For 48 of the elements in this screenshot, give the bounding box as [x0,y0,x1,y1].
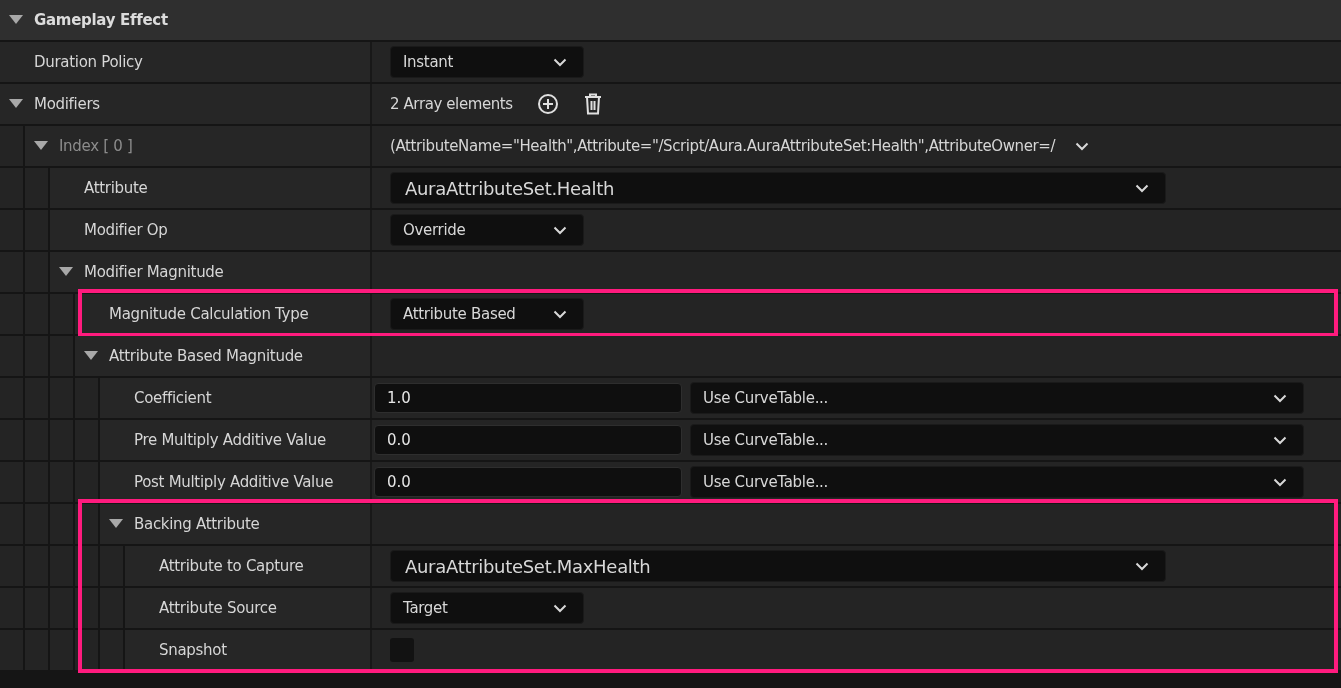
property-label: Attribute Based Magnitude [109,347,303,365]
chevron-down-icon [553,57,567,67]
dropdown[interactable]: Attribute Based [390,298,584,330]
chevron-down-icon [553,309,567,319]
expanded-arrow-icon[interactable] [109,519,123,529]
chevron-down-icon [1135,183,1149,193]
chevron-down-icon [1273,435,1287,445]
expanded-arrow-icon[interactable] [84,351,98,361]
number-field[interactable]: 0.0 [374,425,682,455]
curve-table-dropdown[interactable]: Use CurveTable... [690,466,1304,498]
property-label: Post Multiply Additive Value [134,473,334,491]
chevron-down-icon [1273,393,1287,403]
property-label: Attribute Source [159,599,277,617]
expanded-arrow-icon[interactable] [9,15,23,25]
chevron-down-icon [1273,477,1287,487]
expanded-arrow-icon[interactable] [59,267,73,277]
chevron-down-icon [1135,561,1149,571]
chevron-down-icon [553,603,567,613]
number-field[interactable]: 1.0 [374,383,682,413]
chevron-down-icon [553,225,567,235]
property-label: Snapshot [159,641,227,659]
add-icon[interactable] [536,93,559,115]
property-label: Pre Multiply Additive Value [134,431,326,449]
chevron-down-icon [1075,141,1090,151]
number-field[interactable]: 0.0 [374,467,682,497]
property-label: Attribute to Capture [159,557,304,575]
dropdown[interactable]: Override [390,214,584,246]
struct-summary: (AttributeName="Health",Attribute="/Script/Aura.AuraAttributeSet:Health",AttributeOwner=/ [390,137,1056,155]
property-label: Coefficient [134,389,212,407]
curve-table-dropdown[interactable]: Use CurveTable... [690,382,1304,414]
dropdown[interactable]: Instant [390,46,584,78]
property-label: Modifiers [34,95,100,113]
property-label: Modifier Magnitude [84,263,224,281]
expanded-arrow-icon[interactable] [9,99,23,109]
array-count: 2 Array elements [390,95,513,113]
property-label: Index [ 0 ] [59,137,133,155]
dropdown[interactable]: Target [390,592,584,624]
property-label: Magnitude Calculation Type [109,305,309,323]
category-title: Gameplay Effect [34,11,168,29]
property-label: Modifier Op [84,221,168,239]
expanded-arrow-icon[interactable] [34,141,48,151]
delete-icon[interactable] [582,93,603,115]
curve-table-dropdown[interactable]: Use CurveTable... [690,424,1304,456]
dropdown[interactable]: AuraAttributeSet.MaxHealth [390,550,1166,582]
property-label: Backing Attribute [134,515,260,533]
property-label: Attribute [84,179,148,197]
dropdown[interactable]: AuraAttributeSet.Health [390,172,1166,204]
property-label: Duration Policy [34,53,143,71]
